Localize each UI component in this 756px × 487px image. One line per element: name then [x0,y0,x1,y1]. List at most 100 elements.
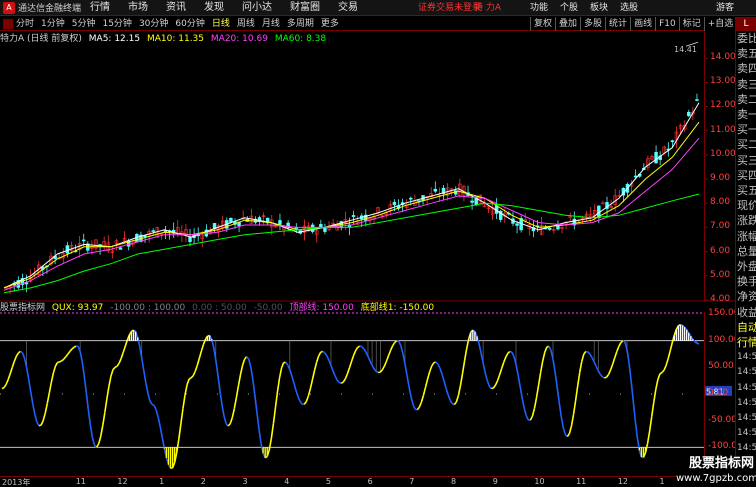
indicator-segment [599,373,603,378]
legend-ma10: MA10: 11.35 [146,34,205,44]
period-1min[interactable]: 1分钟 [41,17,65,31]
period-5min[interactable]: 5分钟 [72,17,96,31]
indicator-segment [381,365,386,371]
indicator-segment [328,359,332,366]
menu-trade[interactable]: 交易 [338,0,358,16]
candle-body [470,200,474,203]
period-intraday[interactable]: 分时 [16,17,34,31]
price-tick-label: 6.00 [710,245,731,256]
indicator-segment [375,370,379,374]
date-tick-label: 9 [492,477,498,486]
indicator-segment [65,353,69,358]
indicator-segment [9,367,14,374]
indicator-segment [348,361,353,369]
tool-draw[interactable]: 画线 [630,17,655,31]
period-weekly[interactable]: 周线 [237,17,255,31]
indicator-title[interactable]: 股票指标网 [0,303,45,313]
indicator-segment [441,373,445,382]
period-15min[interactable]: 15分钟 [102,17,131,31]
tool-overlay[interactable]: 叠加 [555,17,580,31]
tool-add-watch[interactable]: +自选 [703,17,737,31]
menu-wealth[interactable]: 财富圈 [290,0,320,16]
price-tick-label: 5.00 [710,269,731,280]
price-tick-label: 12.00 [710,100,736,111]
indicator-segment [272,407,277,424]
menu-function[interactable]: 功能 [530,0,548,16]
indicator-segment [99,425,104,437]
indicator-tick-label: 0.00 [708,388,729,398]
indicator-segment [519,386,523,399]
indicator-segment [120,351,125,359]
period-daily[interactable]: 日线 [212,17,230,31]
indicator-segment [428,365,433,373]
login-status[interactable]: 证券交易未登录 [418,0,481,16]
indicator-segment [336,379,340,384]
side-panel-row: 外盘 [737,260,756,274]
indicator-segment [521,397,526,409]
side-panel-head[interactable]: L [736,17,756,31]
indicator-segment [648,416,653,432]
menu-stock[interactable]: 个股 [560,0,578,16]
indicator-segment [112,366,116,371]
menu-market[interactable]: 市场 [128,0,148,16]
indicator-segment [285,361,289,366]
date-tick-label: 10 [534,477,545,486]
tool-stats[interactable]: 统计 [605,17,630,31]
tool-f10[interactable]: F10 [655,17,679,31]
indicator-segment [387,350,392,356]
indicator-segment [449,399,453,405]
period-30min[interactable]: 30分钟 [139,17,168,31]
indicator-segment [554,371,558,388]
period-menu-icon[interactable] [3,18,13,29]
period-more[interactable]: 更多 [321,17,339,31]
indicator-segment [480,352,484,364]
indicator-segment [309,379,314,389]
indicator-segment [153,405,157,411]
indicator-segment [568,425,573,434]
indicator-segment [276,377,281,392]
max-price-label: 14.41 [674,45,697,54]
indicator-segment [241,358,246,366]
tool-multi[interactable]: 多股 [580,17,605,31]
period-60min[interactable]: 60分钟 [175,17,204,31]
tool-mark[interactable]: 标记 [678,17,704,31]
watermark-url: www.7gpzb.com [676,473,756,484]
candle-body [229,217,233,223]
indicator-segment [42,413,46,422]
indicator-segment [369,360,373,366]
indicator-segment [59,360,62,363]
candle-body [556,225,560,230]
indicator-segment [461,360,466,374]
menu-news[interactable]: 资讯 [166,0,186,16]
menu-ask[interactable]: 问小达 [242,0,272,16]
indicator-segment [439,367,443,375]
indicator-segment [188,377,192,380]
period-monthly[interactable]: 月线 [262,17,280,31]
indicator-segment [95,443,100,448]
date-tick-label: 6 [367,477,373,486]
indicator-segment [486,380,491,387]
indicator-segment [424,378,429,388]
date-tick-label: 2 [200,477,206,486]
indicator-segment [488,385,492,390]
side-panel-row: 涨跌 [737,214,756,228]
indicator-segment [182,394,186,409]
indicator-segment [562,427,567,435]
menu-discover[interactable]: 发现 [204,0,224,16]
period-multi[interactable]: 多周期 [287,17,314,31]
menu-quotes[interactable]: 行情 [90,0,110,16]
indicator-segment [589,353,593,359]
tool-adjust[interactable]: 复权 [530,17,555,31]
chart-toolbar: 复权 叠加 多股 统计 画线 F10 标记 +自选 × [530,17,750,31]
guest-account[interactable]: 游客 [716,0,734,16]
candle-body [670,140,675,143]
menu-sector[interactable]: 板块 [590,0,608,16]
indicator-segment [634,420,639,438]
indicator-segment [97,436,102,445]
indicator-segment [32,404,36,415]
indicator-segment [585,350,589,353]
indicator-segment [630,380,635,401]
indicator-segment [459,373,464,386]
menu-screener[interactable]: 选股 [620,0,638,16]
price-tick-label: 7.00 [710,221,731,232]
